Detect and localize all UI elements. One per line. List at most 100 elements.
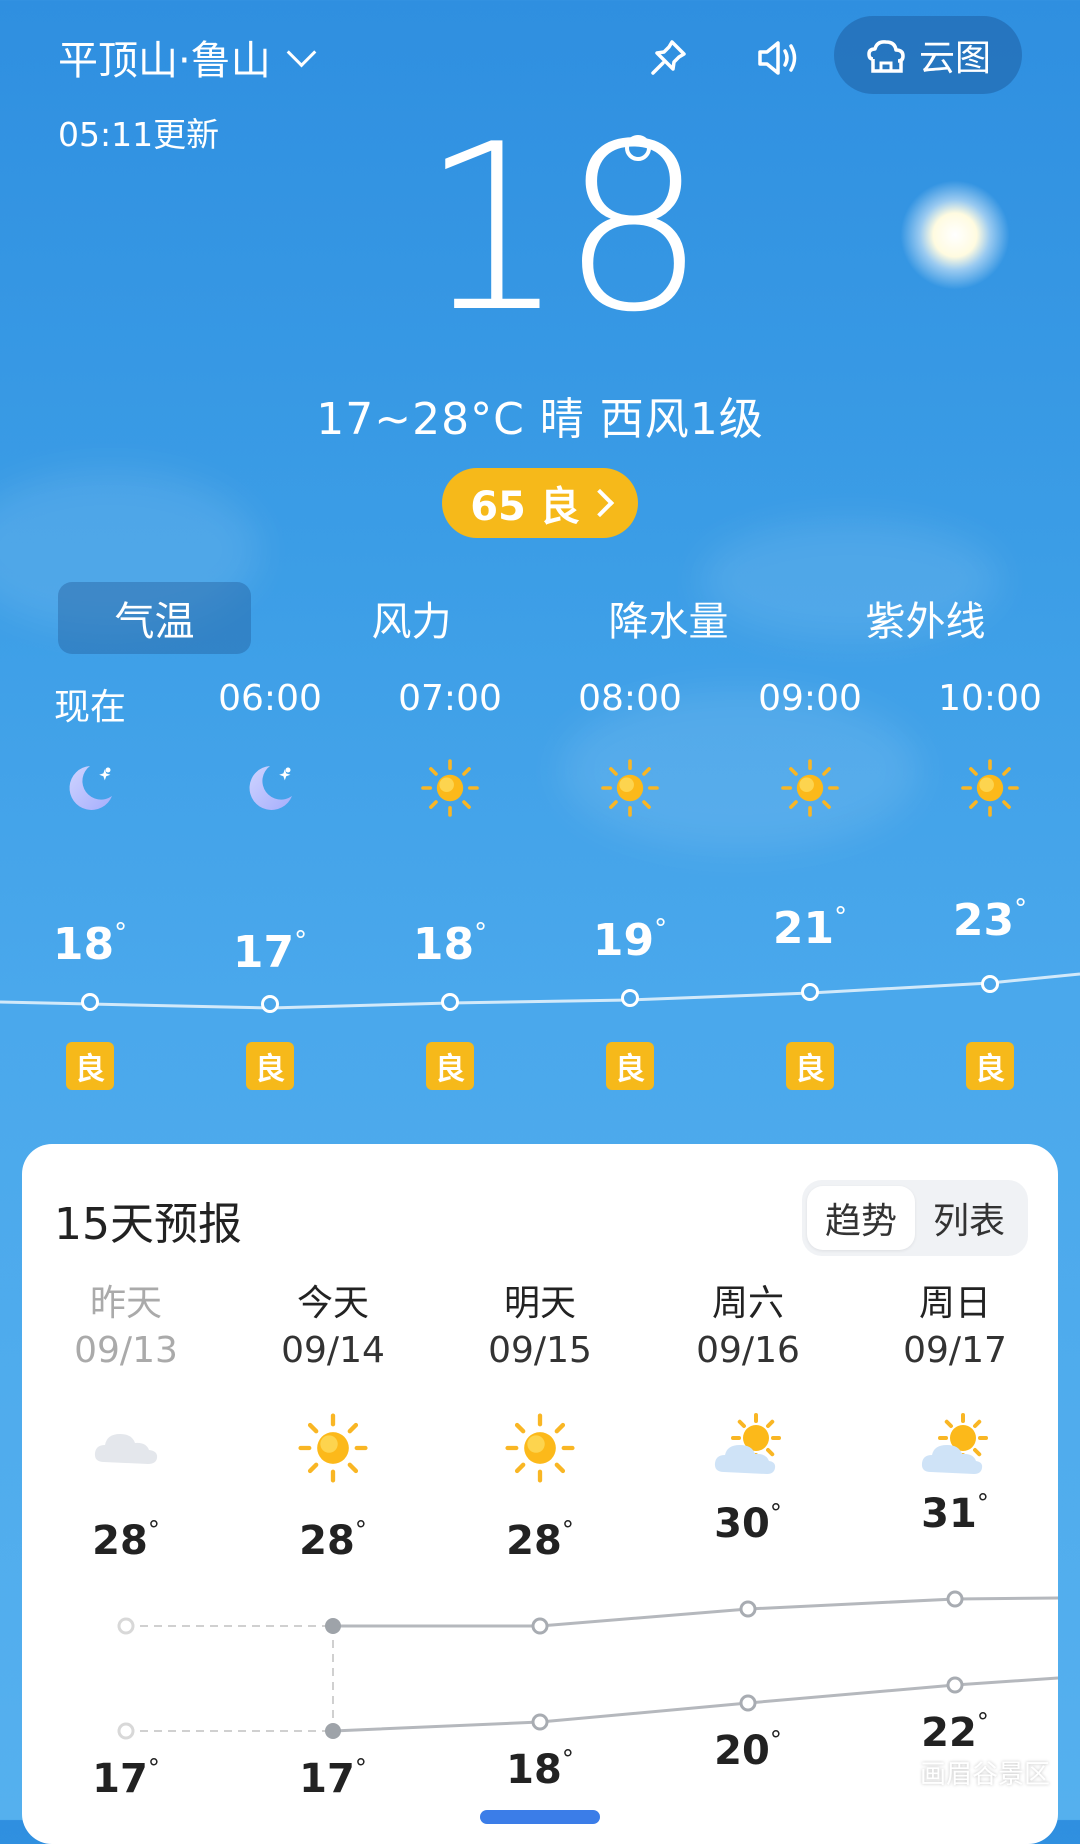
forecast-card: 15天预报 趋势 列表 昨天 09/13 28° 17° 今天 09/14 28… <box>22 1144 1058 1844</box>
hour-aqi-badge: 良 <box>966 1042 1014 1090</box>
tab-label: 降水量 <box>608 599 729 645</box>
pin-icon <box>651 40 686 75</box>
watermark: 画眉谷景区 <box>872 1754 1050 1791</box>
tab-label: 紫外线 <box>865 599 986 645</box>
current-temperature: 18 <box>420 96 707 363</box>
day-high: 28° <box>92 1516 160 1564</box>
hour-point <box>261 995 279 1013</box>
hour-aqi-badge: 良 <box>66 1042 114 1090</box>
hour-aqi-badge: 良 <box>786 1042 834 1090</box>
tab-label: 气温 <box>114 599 195 645</box>
degree-symbol <box>625 135 651 161</box>
day-date: 09/13 <box>74 1330 178 1371</box>
hour-time: 10:00 <box>938 678 1042 719</box>
location-name: 平顶山·鲁山 <box>58 38 271 84</box>
hourly-temperature-line <box>0 972 1080 1010</box>
sun-icon <box>780 758 840 818</box>
tab-wind[interactable]: 风力 <box>315 582 508 654</box>
day-high-value: 30 <box>714 1501 770 1547</box>
day-low-value: 22 <box>921 1710 977 1756</box>
hour-temperature-value: 23 <box>952 895 1015 946</box>
hour-point <box>801 983 819 1001</box>
cloud-map-icon <box>867 40 905 73</box>
day-low: 17° <box>92 1754 160 1802</box>
day-high: 30° <box>714 1499 782 1547</box>
day-low-value: 20 <box>714 1728 770 1774</box>
hour-temperature: 18° <box>52 918 128 970</box>
hourly-item: 06:00 17° 良 <box>200 678 340 1098</box>
hour-temperature: 23° <box>952 894 1028 946</box>
day-item[interactable]: 明天 09/15 28° 18° <box>450 1274 630 1814</box>
hour-aqi-badge: 良 <box>606 1042 654 1090</box>
aqi-button[interactable]: 65 良 <box>442 468 638 538</box>
speaker-button[interactable] <box>750 30 806 86</box>
hour-temperature: 18° <box>412 918 488 970</box>
tab-precipitation[interactable]: 降水量 <box>572 582 765 654</box>
hourly-item: 08:00 19° 良 <box>560 678 700 1098</box>
hour-temperature: 19° <box>592 914 668 966</box>
day-item[interactable]: 昨天 09/13 28° 17° <box>36 1274 216 1814</box>
day-item[interactable]: 今天 09/14 28° 17° <box>243 1274 423 1814</box>
aqi-label: 65 良 <box>470 484 580 530</box>
sun-icon <box>504 1412 576 1484</box>
hour-time: 现在 <box>53 687 126 728</box>
day-high: 28° <box>299 1516 367 1564</box>
weather-summary: 17~28°C 晴 西风1级 <box>316 394 764 445</box>
moon-icon <box>240 758 300 818</box>
day-item[interactable]: 周六 09/16 30° 20° <box>658 1274 838 1814</box>
day-low-value: 18 <box>506 1747 562 1793</box>
sun-icon <box>420 758 480 818</box>
hour-aqi-badge: 良 <box>246 1042 294 1090</box>
day-name: 昨天 <box>89 1283 162 1324</box>
cloudy-icon <box>90 1412 162 1484</box>
hour-point <box>621 989 639 1007</box>
tab-label: 风力 <box>371 599 452 645</box>
day-low: 17° <box>299 1754 367 1802</box>
hour-temperature-value: 18 <box>412 919 475 970</box>
day-high-value: 28 <box>506 1518 562 1564</box>
partly-cloudy-icon <box>919 1412 991 1484</box>
day-item[interactable]: 周日 09/17 31° 22° <box>865 1274 1045 1814</box>
hour-temperature: 21° <box>772 902 848 954</box>
day-high: 31° <box>921 1489 989 1537</box>
day-low: 18° <box>506 1745 574 1793</box>
day-name: 明天 <box>503 1283 576 1324</box>
cloud-map-button[interactable]: 云图 <box>834 16 1022 94</box>
sun-glow-icon <box>900 180 1010 290</box>
wechat-icon <box>873 1759 910 1785</box>
sun-icon <box>297 1412 369 1484</box>
sun-icon <box>960 758 1020 818</box>
day-high-value: 28 <box>92 1518 148 1564</box>
hour-aqi-badge: 良 <box>426 1042 474 1090</box>
location-selector[interactable]: 平顶山·鲁山 <box>58 28 317 86</box>
day-high: 28° <box>506 1516 574 1564</box>
hourly-item: 现在 18° 良 <box>20 678 160 1098</box>
hour-temperature-value: 21 <box>772 903 835 954</box>
update-time: 05:11更新 <box>58 115 220 154</box>
day-date: 09/15 <box>488 1330 592 1371</box>
pin-button[interactable] <box>640 30 696 86</box>
hour-temperature: 17° <box>232 926 308 978</box>
hour-temperature-value: 19 <box>592 915 655 966</box>
day-low: 20° <box>714 1726 782 1774</box>
day-name: 今天 <box>296 1283 369 1324</box>
hourly-item: 07:00 18° 良 <box>380 678 520 1098</box>
day-name: 周六 <box>711 1283 784 1324</box>
chevron-down-icon <box>286 37 317 67</box>
home-indicator[interactable] <box>480 1810 600 1824</box>
tab-temperature[interactable]: 气温 <box>58 582 251 654</box>
hour-point <box>81 993 99 1011</box>
day-date: 09/16 <box>696 1330 800 1371</box>
hour-time: 08:00 <box>578 678 682 719</box>
hour-temperature-value: 17 <box>232 927 295 978</box>
metric-tabs: 气温 风力 降水量 紫外线 <box>58 582 1022 654</box>
day-low-value: 17 <box>92 1756 148 1802</box>
moon-icon <box>60 758 120 818</box>
hour-point <box>441 993 459 1011</box>
tab-uv[interactable]: 紫外线 <box>829 582 1022 654</box>
day-name: 周日 <box>918 1283 991 1324</box>
hour-time: 07:00 <box>398 678 502 719</box>
chevron-right-icon <box>585 488 614 518</box>
speaker-icon <box>758 41 797 75</box>
cloud-map-label: 云图 <box>918 38 991 79</box>
